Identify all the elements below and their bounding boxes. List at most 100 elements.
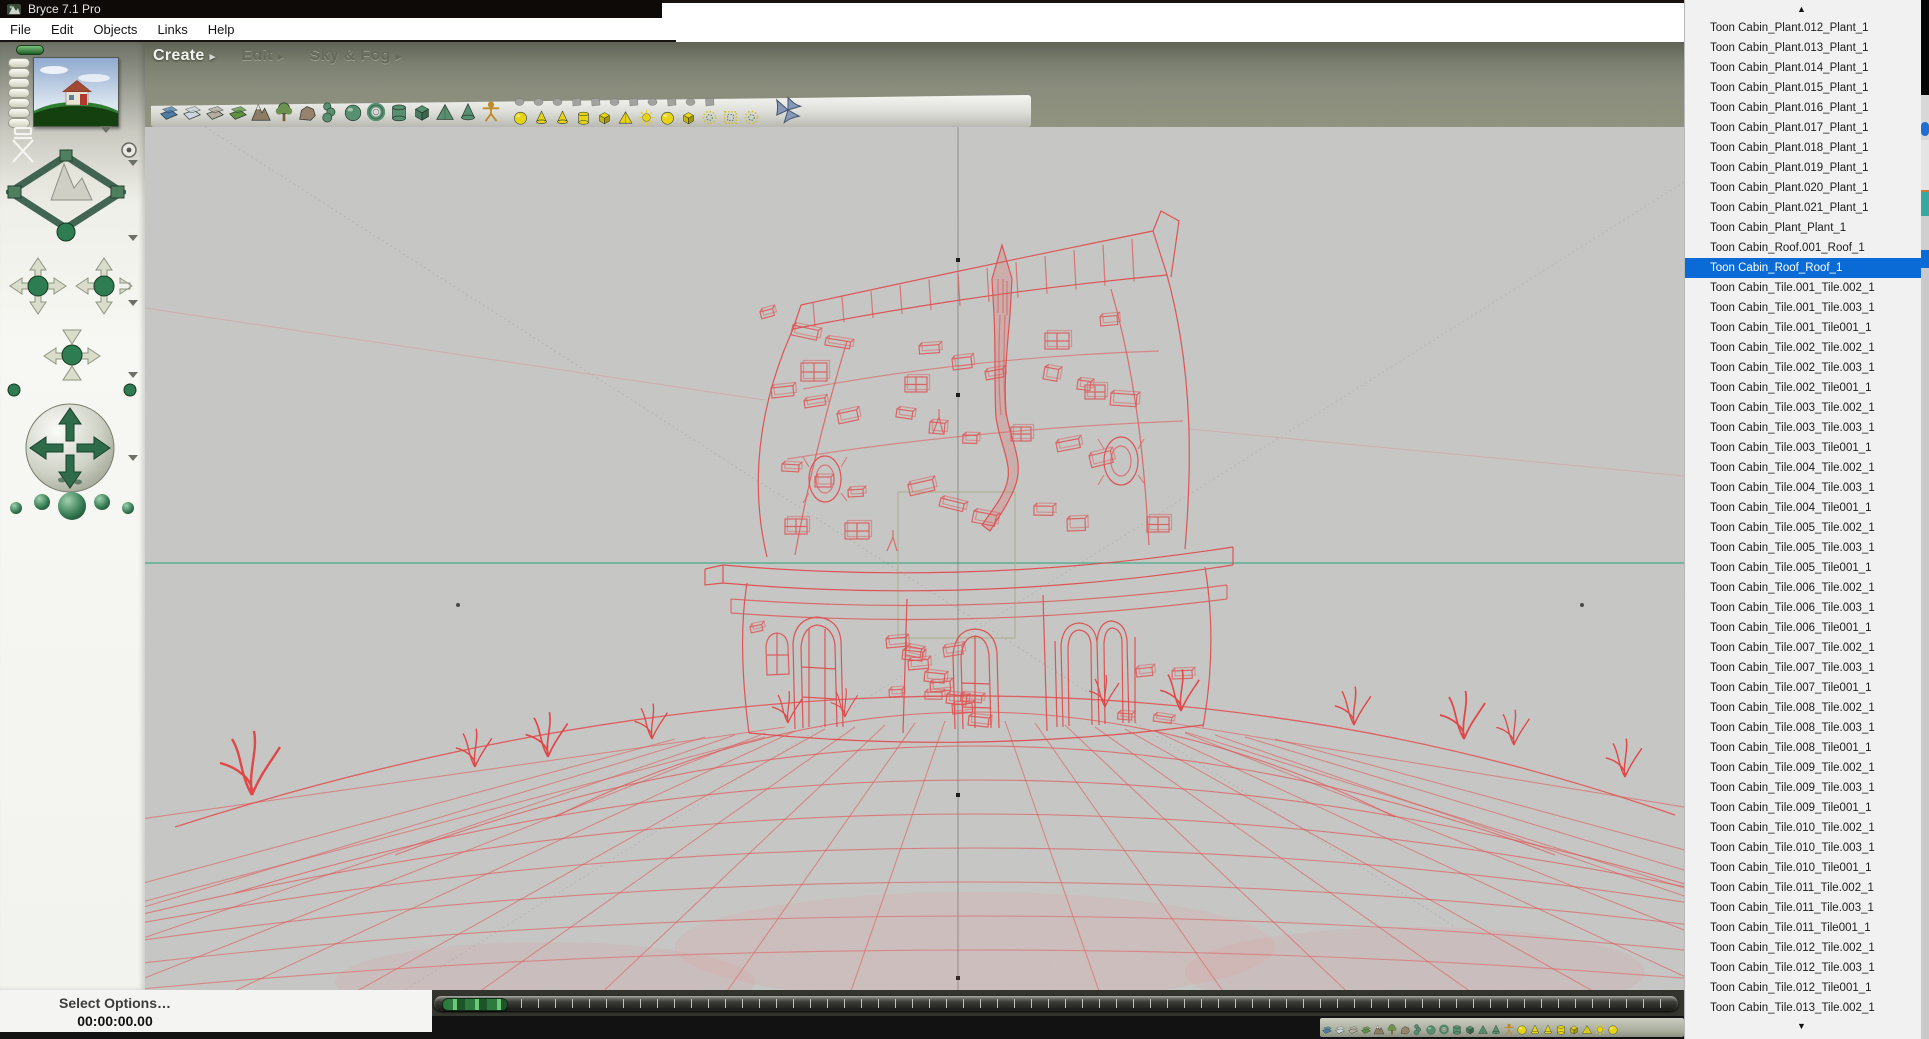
tool-round-light[interactable] bbox=[657, 107, 678, 126]
tool-flat-disc-0[interactable] bbox=[510, 93, 529, 107]
tool-drop-light[interactable] bbox=[531, 107, 552, 126]
list-item[interactable]: Toon Cabin_Tile.005_Tile.003_1 bbox=[1685, 538, 1921, 558]
tool-round-light[interactable] bbox=[1606, 1019, 1619, 1037]
tool-dotted-sphere-light[interactable] bbox=[699, 107, 720, 126]
tool-flat-disc-1[interactable] bbox=[529, 93, 548, 107]
list-item[interactable]: Toon Cabin_Tile.002_Tile001_1 bbox=[1685, 378, 1921, 398]
list-item[interactable]: Toon Cabin_Tile.008_Tile.003_1 bbox=[1685, 718, 1921, 738]
tool-cylinder[interactable] bbox=[387, 94, 410, 126]
tool-ground-plane[interactable] bbox=[1346, 1019, 1359, 1037]
tool-torus[interactable] bbox=[364, 94, 387, 126]
preset-pill[interactable] bbox=[8, 98, 30, 108]
tool-pyramid-light[interactable] bbox=[1580, 1019, 1593, 1037]
tool-terrain[interactable] bbox=[249, 94, 272, 126]
tool-tree[interactable] bbox=[1385, 1019, 1398, 1037]
list-item[interactable]: Toon Cabin_Tile.009_Tile001_1 bbox=[1685, 798, 1921, 818]
preset-pill[interactable] bbox=[8, 68, 30, 78]
tool-caged-sphere-light[interactable] bbox=[741, 107, 762, 126]
preview-dropdown-arrow[interactable] bbox=[100, 126, 112, 133]
tab-edit[interactable]: Edit ▸ bbox=[241, 45, 283, 67]
tool-metaball[interactable] bbox=[318, 94, 341, 126]
tool-cloud-plane[interactable] bbox=[1333, 1019, 1346, 1037]
tool-flat-square-8[interactable] bbox=[662, 93, 681, 107]
list-item[interactable]: Toon Cabin_Plant.013_Plant_1 bbox=[1685, 38, 1921, 58]
preset-pill[interactable] bbox=[8, 108, 30, 118]
tool-human-figure[interactable] bbox=[479, 94, 502, 126]
window-titlebar[interactable]: Bryce 7.1 Pro bbox=[0, 0, 662, 18]
menu-links[interactable]: Links bbox=[147, 18, 197, 42]
menu-objects[interactable]: Objects bbox=[83, 18, 147, 42]
tool-slab-light[interactable] bbox=[1567, 1019, 1580, 1037]
list-item[interactable]: Toon Cabin_Tile.008_Tile001_1 bbox=[1685, 738, 1921, 758]
tool-drop-light[interactable] bbox=[1528, 1019, 1541, 1037]
tool-rock[interactable] bbox=[1398, 1019, 1411, 1037]
list-item[interactable]: Toon Cabin_Tile.009_Tile.002_1 bbox=[1685, 758, 1921, 778]
list-item[interactable]: Toon Cabin_Tile.007_Tile.002_1 bbox=[1685, 638, 1921, 658]
tool-cube[interactable] bbox=[1463, 1019, 1476, 1037]
list-item[interactable]: Toon Cabin_Tile.004_Tile.002_1 bbox=[1685, 458, 1921, 478]
tool-sphere-light[interactable] bbox=[1515, 1019, 1528, 1037]
timeline-handle[interactable] bbox=[442, 997, 508, 1011]
preset-pill[interactable] bbox=[8, 78, 30, 88]
list-item[interactable]: Toon Cabin_Tile.013_Tile.002_1 bbox=[1685, 998, 1921, 1018]
list-item[interactable]: Toon Cabin_Tile.011_Tile.003_1 bbox=[1685, 898, 1921, 918]
list-item[interactable]: Toon Cabin_Tile.006_Tile.002_1 bbox=[1685, 578, 1921, 598]
nano-preview-spheres[interactable] bbox=[4, 482, 140, 542]
tool-mesh-cube-light[interactable] bbox=[720, 107, 741, 126]
tool-boolean-star[interactable] bbox=[772, 92, 804, 126]
list-item[interactable]: Toon Cabin_Tile.001_Tile.002_1 bbox=[1685, 278, 1921, 298]
list-item[interactable]: Toon Cabin_Tile.007_Tile.003_1 bbox=[1685, 658, 1921, 678]
list-item[interactable]: Toon Cabin_Tile.003_Tile.003_1 bbox=[1685, 418, 1921, 438]
list-item[interactable]: Toon Cabin_Tile.003_Tile001_1 bbox=[1685, 438, 1921, 458]
tool-flat-disc-2[interactable] bbox=[548, 93, 567, 107]
menu-edit[interactable]: Edit bbox=[41, 18, 83, 42]
list-item[interactable]: Toon Cabin_Plant.017_Plant_1 bbox=[1685, 118, 1921, 138]
tool-cube-light[interactable] bbox=[678, 107, 699, 126]
list-item[interactable]: Toon Cabin_Tile.009_Tile.003_1 bbox=[1685, 778, 1921, 798]
tool-sphere[interactable] bbox=[341, 94, 364, 126]
tool-cone-light[interactable] bbox=[1541, 1019, 1554, 1037]
list-item[interactable]: Toon Cabin_Plant.016_Plant_1 bbox=[1685, 98, 1921, 118]
tool-cone[interactable] bbox=[456, 94, 479, 126]
sidebar-flyout-arrow[interactable] bbox=[128, 372, 138, 378]
tool-flat-square-3[interactable] bbox=[567, 93, 586, 107]
tab-create[interactable]: Create ▸ bbox=[153, 45, 215, 67]
menu-file[interactable]: File bbox=[0, 18, 41, 42]
sidebar-flyout-arrow[interactable] bbox=[128, 455, 138, 461]
sidebar-flyout-arrow[interactable] bbox=[128, 235, 138, 241]
tool-torus[interactable] bbox=[1437, 1019, 1450, 1037]
tool-rock[interactable] bbox=[295, 94, 318, 126]
tool-flat-square-10[interactable] bbox=[700, 93, 719, 107]
tool-flat-square-6[interactable] bbox=[624, 93, 643, 107]
list-item[interactable]: Toon Cabin_Tile.001_Tile.003_1 bbox=[1685, 298, 1921, 318]
tool-cone[interactable] bbox=[1489, 1019, 1502, 1037]
preset-pill[interactable] bbox=[8, 88, 30, 98]
tool-water-plane[interactable] bbox=[1320, 1019, 1333, 1037]
list-item[interactable]: Toon Cabin_Tile.004_Tile.003_1 bbox=[1685, 478, 1921, 498]
tool-grass-plane[interactable] bbox=[1359, 1019, 1372, 1037]
list-item[interactable]: Toon Cabin_Plant.012_Plant_1 bbox=[1685, 18, 1921, 38]
list-item[interactable]: Toon Cabin_Plant.020_Plant_1 bbox=[1685, 178, 1921, 198]
list-item[interactable]: Toon Cabin_Tile.006_Tile.003_1 bbox=[1685, 598, 1921, 618]
list-item[interactable]: Toon Cabin_Tile.012_Tile001_1 bbox=[1685, 978, 1921, 998]
tool-cylinder[interactable] bbox=[1450, 1019, 1463, 1037]
list-item-selected[interactable]: Toon Cabin_Roof_Roof_1 bbox=[1685, 258, 1921, 278]
tool-sun-light[interactable] bbox=[636, 107, 657, 126]
tool-flat-square-4[interactable] bbox=[586, 93, 605, 107]
tool-human-figure[interactable] bbox=[1502, 1019, 1515, 1037]
tool-cone-light[interactable] bbox=[552, 107, 573, 126]
menu-help[interactable]: Help bbox=[198, 18, 245, 42]
list-item[interactable]: Toon Cabin_Tile.001_Tile001_1 bbox=[1685, 318, 1921, 338]
list-item[interactable]: Toon Cabin_Plant.019_Plant_1 bbox=[1685, 158, 1921, 178]
tool-cloud-plane[interactable] bbox=[180, 94, 203, 126]
scene-viewport[interactable] bbox=[145, 127, 1684, 990]
scroll-down-icon[interactable]: ▼ bbox=[1797, 1022, 1806, 1031]
tool-sphere-light[interactable] bbox=[510, 107, 531, 126]
list-item[interactable]: Toon Cabin_Tile.012_Tile.002_1 bbox=[1685, 938, 1921, 958]
tool-flat-disc-9[interactable] bbox=[681, 93, 700, 107]
list-item[interactable]: Toon Cabin_Tile.011_Tile001_1 bbox=[1685, 918, 1921, 938]
list-item[interactable]: Toon Cabin_Tile.011_Tile.002_1 bbox=[1685, 878, 1921, 898]
list-item[interactable]: Toon Cabin_Tile.002_Tile.002_1 bbox=[1685, 338, 1921, 358]
tool-cylinder-light[interactable] bbox=[1554, 1019, 1567, 1037]
tool-flat-disc-5[interactable] bbox=[605, 93, 624, 107]
